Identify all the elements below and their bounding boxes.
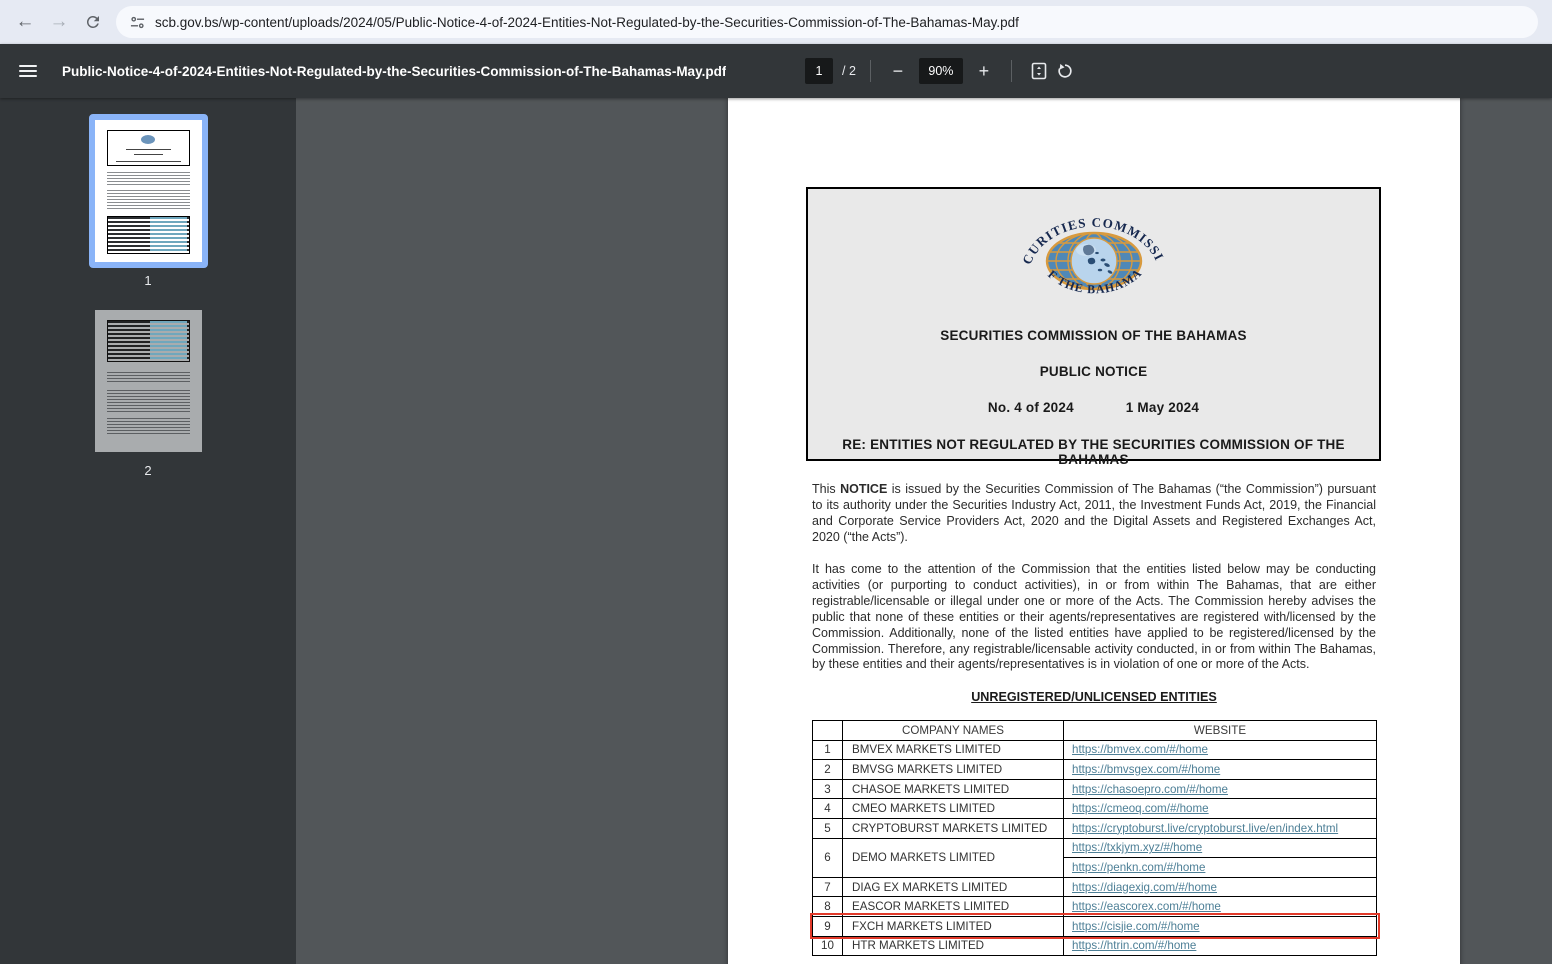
zoom-in-button[interactable]: + [971,58,997,84]
table-row: 1 BMVEX MARKETS LIMITED https://bmvex.co… [813,740,1377,760]
menu-icon [19,65,37,67]
pdf-viewer[interactable]: SECURITIES COMMISSION OF THE BAHAMAS SEC… [296,98,1552,964]
toolbar-divider [1011,60,1012,82]
zoom-out-button[interactable]: − [885,58,911,84]
zoom-out-icon: − [893,61,904,82]
rotate-button[interactable] [1052,58,1078,84]
website-link[interactable]: https://chasoepro.com/#/home [1072,783,1228,796]
table-row: 10 HTR MARKETS LIMITED https://htrin.com… [813,936,1377,956]
pdf-page-1: SECURITIES COMMISSION OF THE BAHAMAS SEC… [728,98,1460,964]
entities-table: COMPANY NAMES WEBSITE 1 BMVEX MARKETS LI… [812,720,1377,956]
table-row: 8 EASCOR MARKETS LIMITED https://eascore… [813,897,1377,917]
thumbnail-page-2[interactable] [89,304,208,458]
notice-number-line: No. 4 of 2024 1 May 2024 [808,400,1379,415]
website-link[interactable]: https://bmvsgex.com/#/home [1072,763,1220,776]
thumbnail-sidebar: 1 2 [0,98,296,964]
thumbnail-label-2: 2 [144,463,151,478]
table-row: 7 DIAG EX MARKETS LIMITED https://diagex… [813,877,1377,897]
notice-bold: NOTICE [840,482,887,496]
url-text: scb.gov.bs/wp-content/uploads/2024/05/Pu… [155,15,1019,30]
site-settings-icon[interactable] [130,15,145,30]
table-row: 2 BMVSG MARKETS LIMITED https://bmvsgex.… [813,760,1377,780]
website-link[interactable]: https://txkjym.xyz/#/home [1072,841,1202,854]
website-header: WEBSITE [1064,721,1377,741]
org-name: SECURITIES COMMISSION OF THE BAHAMAS [808,328,1379,343]
back-button[interactable]: ← [8,5,42,39]
reload-button[interactable] [76,5,110,39]
notice-date: 1 May 2024 [1126,400,1199,415]
thumbnail-page-1[interactable] [89,114,208,268]
website-link[interactable]: https://cmeoq.com/#/home [1072,802,1209,815]
forward-icon: → [50,11,69,33]
table-row-highlighted: 9 FXCH MARKETS LIMITED https://cisjie.co… [813,916,1377,936]
zoom-in-icon: + [979,61,990,82]
pdf-toolbar: Public-Notice-4-of-2024-Entities-Not-Reg… [0,44,1552,98]
entities-table-heading: UNREGISTERED/UNLICENSED ENTITIES [812,690,1376,704]
reload-icon [84,13,102,31]
rotate-icon [1055,61,1075,81]
website-link[interactable]: https://cryptoburst.live/cryptoburst.liv… [1072,822,1338,835]
company-names-header: COMPANY NAMES [843,721,1064,741]
entities-table-wrap: COMPANY NAMES WEBSITE 1 BMVEX MARKETS LI… [812,720,1376,956]
page-count-label: / 2 [842,64,856,78]
paragraph-1: This NOTICE is issued by the Securities … [812,482,1376,546]
pdf-controls: 1 / 2 − 90% + [805,44,1078,98]
website-link[interactable]: https://cisjie.com/#/home [1072,920,1200,933]
page-number-input[interactable]: 1 [805,58,833,84]
website-link[interactable]: https://bmvex.com/#/home [1072,743,1208,756]
url-bar[interactable]: scb.gov.bs/wp-content/uploads/2024/05/Pu… [116,6,1538,38]
notice-type: PUBLIC NOTICE [808,364,1379,379]
forward-button[interactable]: → [42,5,76,39]
thumbnail-label-1: 1 [144,273,151,288]
zoom-level[interactable]: 90% [919,58,963,84]
table-row: 6 DEMO MARKETS LIMITED https://txkjym.xy… [813,838,1377,858]
table-row: 5 CRYPTOBURST MARKETS LIMITED https://cr… [813,818,1377,838]
back-icon: ← [16,11,35,33]
document-title: Public-Notice-4-of-2024-Entities-Not-Reg… [62,64,726,79]
menu-button[interactable] [8,51,48,91]
toolbar-divider [870,60,871,82]
notice-number: No. 4 of 2024 [988,400,1074,415]
fit-page-icon [1029,61,1049,81]
website-link[interactable]: https://eascorex.com/#/home [1072,900,1221,913]
website-link[interactable]: https://diagexig.com/#/home [1072,881,1217,894]
table-row: 3 CHASOE MARKETS LIMITED https://chasoep… [813,779,1377,799]
table-header-row: COMPANY NAMES WEBSITE [813,721,1377,741]
website-link[interactable]: https://penkn.com/#/home [1072,861,1205,874]
website-link[interactable]: https://htrin.com/#/home [1072,939,1196,952]
securities-commission-logo: SECURITIES COMMISSION OF THE BAHAMAS [1018,198,1170,312]
notice-header-box: SECURITIES COMMISSION OF THE BAHAMAS SEC… [806,187,1381,461]
table-row: 4 CMEO MARKETS LIMITED https://cmeoq.com… [813,799,1377,819]
paragraph-2: It has come to the attention of the Comm… [812,562,1376,673]
fit-page-button[interactable] [1026,58,1052,84]
notice-subject: RE: ENTITIES NOT REGULATED BY THE SECURI… [808,437,1379,467]
browser-toolbar: ← → scb.gov.bs/wp-content/uploads/2024/0… [0,0,1552,44]
